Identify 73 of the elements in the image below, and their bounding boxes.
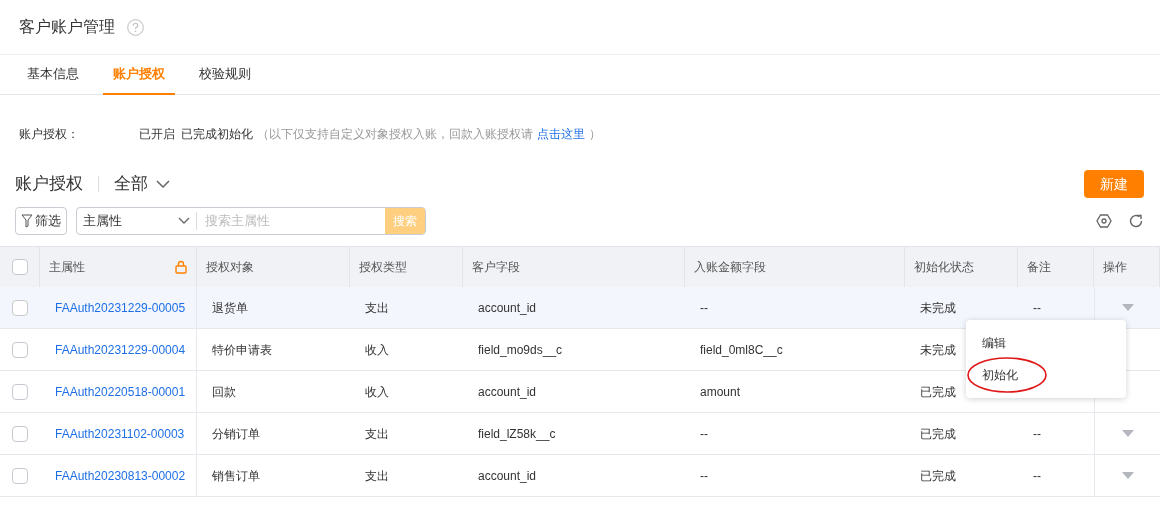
table-cell-text: 支出 [365, 299, 389, 317]
table-cell-text: field_0ml8C__c [700, 341, 783, 359]
record-link[interactable]: FAAuth20231229-00005 [55, 298, 186, 317]
column-header: 操作 [1103, 259, 1127, 276]
table-cell-text: 收入 [365, 341, 389, 359]
status-text: 已完成初始化 [181, 126, 253, 143]
tab[interactable]: 校验规则 [189, 55, 261, 95]
checkbox[interactable] [12, 467, 28, 484]
table-cell-text: account_id [478, 299, 537, 317]
table-cell-text: -- [1033, 425, 1041, 443]
caret-icon[interactable] [1121, 472, 1134, 479]
column-header: 入账金额字段 [694, 259, 766, 276]
table-cell-text: 特价申请表 [212, 341, 272, 359]
checkbox[interactable] [12, 341, 28, 358]
search-input[interactable]: 搜索主属性 [197, 210, 385, 231]
search-field[interactable]: 主属性 搜索主属性 搜索 [76, 206, 426, 235]
record-link[interactable]: FAAuth20231229-00004 [55, 340, 186, 359]
table-cell-text: 收入 [365, 383, 389, 401]
table-cell-text: 已完成 [920, 425, 956, 443]
field-select[interactable]: 主属性 [83, 210, 122, 231]
status-text: 已开启 [139, 126, 175, 143]
table-cell-text: field_lZ58k__c [478, 425, 556, 443]
column-header: 客户字段 [472, 259, 520, 276]
column-header: 授权对象 [206, 259, 254, 276]
table-cell-text: 回款 [212, 383, 236, 401]
column-header: 初始化状态 [914, 259, 974, 276]
filter-button[interactable]: 筛选 [15, 206, 67, 235]
note-text: （以下仅支持自定义对象授权入账，回款入账授权请 [257, 126, 533, 143]
click-here-link[interactable]: 点击这里 [537, 125, 585, 143]
checkbox[interactable] [11, 259, 28, 275]
table-cell-text: account_id [478, 383, 537, 401]
table-cell-text: 已完成 [920, 467, 956, 485]
checkbox[interactable] [12, 425, 28, 442]
table-cell-text: -- [1033, 467, 1041, 485]
table-cell-text: 分销订单 [212, 425, 260, 443]
chevron-down-icon [156, 180, 170, 188]
lock-icon [175, 260, 187, 274]
view-filter-dropdown[interactable]: 全部 [114, 171, 170, 197]
page-title: 客户账户管理 [19, 17, 115, 37]
table-cell-text: 支出 [365, 425, 389, 443]
record-link[interactable]: FAAuth20231102-00003 [55, 424, 185, 443]
table-cell-text: amount [700, 383, 741, 401]
table-cell-text: -- [1033, 299, 1041, 317]
table-cell-text: -- [700, 299, 708, 317]
table-cell-text: 未完成 [920, 299, 956, 317]
table-cell-text: account_id [478, 467, 537, 485]
funnel-icon [21, 213, 33, 228]
caret-icon[interactable] [1121, 430, 1134, 437]
table-cell-text: field_mo9ds__c [478, 341, 563, 359]
checkbox[interactable] [12, 299, 28, 316]
help-icon[interactable] [127, 18, 144, 36]
column-header: 主属性 [49, 259, 85, 276]
field-label: 账户授权： [19, 126, 80, 143]
chevron-down-icon [178, 217, 190, 224]
column-header: 授权类型 [359, 259, 407, 276]
column-header: 备注 [1027, 259, 1051, 276]
menu-item[interactable]: 编辑 [982, 334, 1006, 352]
record-link[interactable]: FAAuth20220518-00001 [55, 382, 186, 401]
table-cell-text: 退货单 [212, 299, 248, 317]
table-cell-text: -- [700, 425, 708, 443]
tab[interactable]: 基本信息 [17, 55, 89, 95]
checkbox[interactable] [12, 383, 28, 400]
table-cell-text: 已完成 [920, 383, 956, 401]
table-cell-text: 未完成 [920, 341, 956, 359]
section-title: 账户授权 [15, 173, 83, 196]
caret-icon[interactable] [1121, 304, 1134, 311]
settings-icon[interactable] [1096, 212, 1112, 229]
note-text: ） [589, 126, 601, 143]
table-cell-text: -- [700, 467, 708, 485]
record-link[interactable]: FAAuth20230813-00002 [55, 466, 186, 485]
refresh-icon[interactable] [1128, 212, 1144, 229]
table-cell-text: 销售订单 [212, 467, 260, 485]
table-cell-text: 支出 [365, 467, 389, 485]
